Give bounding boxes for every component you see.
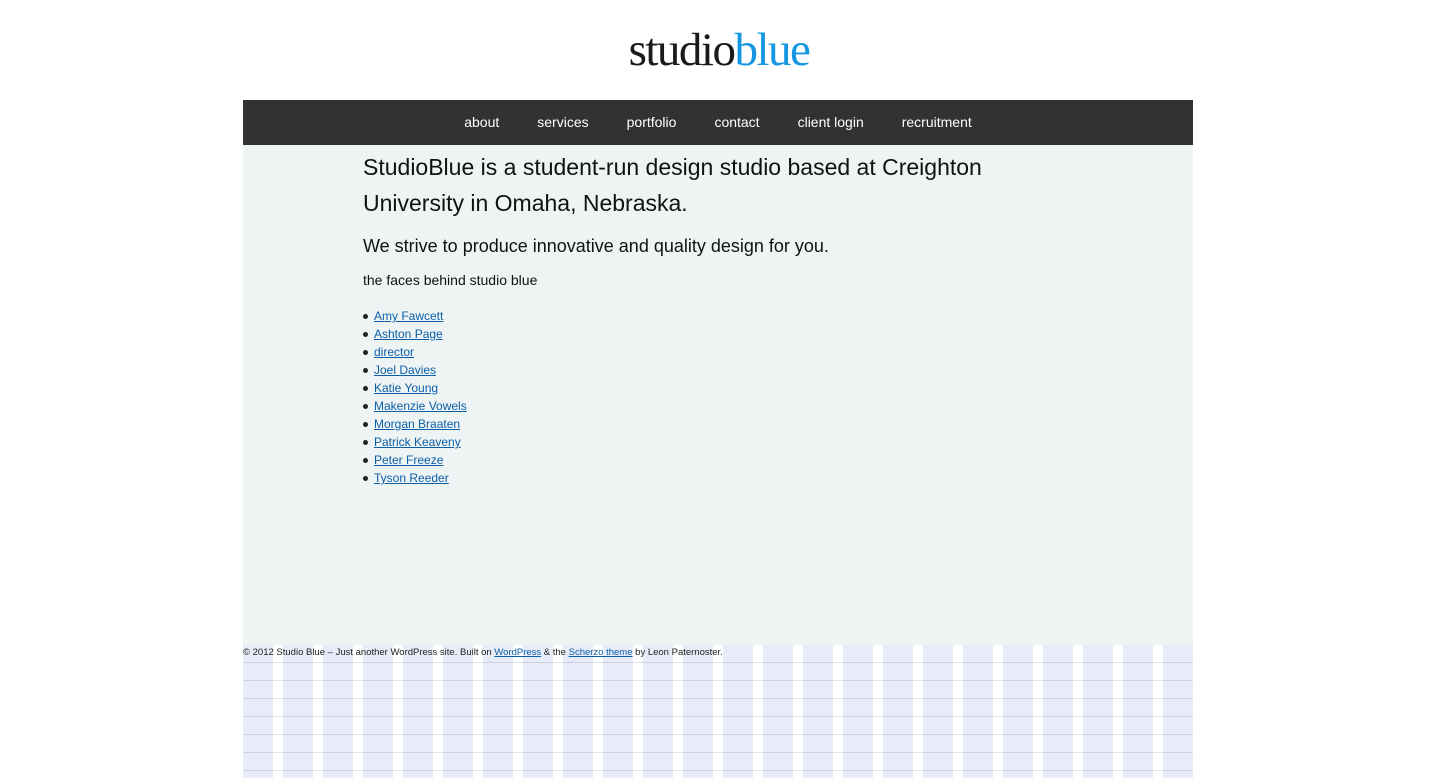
nav-item-about[interactable]: about	[445, 100, 518, 145]
list-item: Ashton Page	[363, 325, 1063, 343]
list-item: Tyson Reeder	[363, 469, 1063, 487]
faces-label: the faces behind studio blue	[363, 272, 538, 288]
footer-text-middle: & the	[541, 647, 569, 658]
list-item: Katie Young	[363, 379, 1063, 397]
logo-text-studio: studio	[628, 24, 736, 76]
person-link[interactable]: Peter Freeze	[374, 453, 443, 467]
list-item: Amy Fawcett	[363, 307, 1063, 325]
content-area: StudioBlue is a student-run design studi…	[243, 145, 1193, 645]
person-link[interactable]: Amy Fawcett	[374, 309, 443, 323]
nav-item-contact[interactable]: contact	[695, 100, 778, 145]
footer-theme-link[interactable]: Scherzo theme	[569, 647, 633, 658]
people-list: Amy Fawcett Ashton Page director Joel Da…	[363, 307, 1063, 487]
list-item: Patrick Keaveny	[363, 433, 1063, 451]
list-item: director	[363, 343, 1063, 361]
grid-background	[243, 645, 1193, 778]
person-link[interactable]: Katie Young	[374, 381, 438, 395]
person-link[interactable]: director	[374, 345, 414, 359]
list-item: Makenzie Vowels	[363, 397, 1063, 415]
person-link[interactable]: Makenzie Vowels	[374, 399, 467, 413]
person-link[interactable]: Ashton Page	[374, 327, 443, 341]
list-item: Morgan Braaten	[363, 415, 1063, 433]
page-headline: StudioBlue is a student-run design studi…	[363, 154, 982, 216]
footer-text-prefix: © 2012 Studio Blue – Just another WordPr…	[243, 647, 495, 658]
person-link[interactable]: Joel Davies	[374, 363, 436, 377]
site-footer: © 2012 Studio Blue – Just another WordPr…	[243, 647, 723, 659]
footer-wordpress-link[interactable]: WordPress	[494, 647, 541, 658]
logo-text-blue: blue	[734, 24, 811, 76]
nav-item-recruitment[interactable]: recruitment	[883, 100, 991, 145]
content-column: StudioBlue is a student-run design studi…	[363, 145, 1063, 487]
footer-text-suffix: by Leon Paternoster.	[632, 647, 723, 658]
nav-item-client-login[interactable]: client login	[779, 100, 883, 145]
person-link[interactable]: Morgan Braaten	[374, 417, 460, 431]
site-logo[interactable]: studioblue	[0, 22, 1438, 78]
list-item: Joel Davies	[363, 361, 1063, 379]
person-link[interactable]: Patrick Keaveny	[374, 435, 461, 449]
list-item: Peter Freeze	[363, 451, 1063, 469]
page-subhead: We strive to produce innovative and qual…	[363, 236, 829, 256]
nav-item-portfolio[interactable]: portfolio	[608, 100, 696, 145]
nav-item-services[interactable]: services	[518, 100, 607, 145]
page: studioblue about services portfolio cont…	[0, 0, 1438, 778]
person-link[interactable]: Tyson Reeder	[374, 471, 449, 485]
main-nav: about services portfolio contact client …	[243, 100, 1193, 145]
